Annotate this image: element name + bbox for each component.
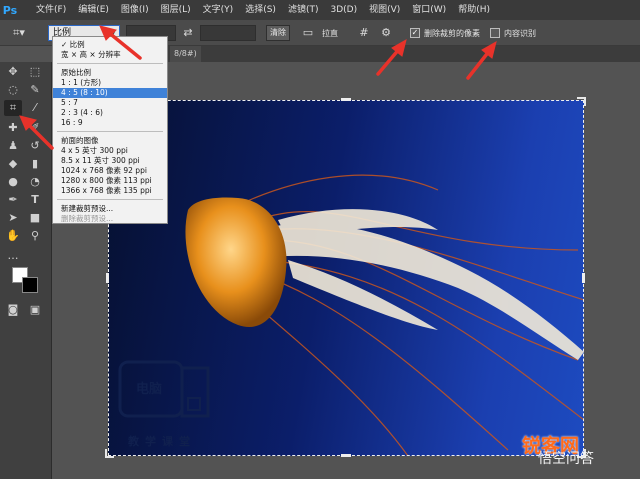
dropdown-item-4x5-in[interactable]: 4 x 5 英寸 300 ppi bbox=[53, 146, 167, 156]
menu-filter[interactable]: 滤镜(T) bbox=[282, 0, 325, 20]
move-tool-icon[interactable]: ✥ bbox=[4, 64, 22, 80]
tools-panel: ✥ ⬚ ◌ ✎ ⌗ ⁄ ✚ ✐ ♟ ↺ ◆ ▮ ● ◔ ✒ T ➤ ■ ✋ ⚲ … bbox=[0, 62, 52, 479]
document-tab[interactable]: 8/8#) bbox=[170, 46, 201, 62]
hand-tool-icon[interactable]: ✋ bbox=[4, 228, 22, 244]
clone-stamp-tool-icon[interactable]: ♟ bbox=[4, 138, 22, 154]
path-select-tool-icon[interactable]: ➤ bbox=[4, 210, 22, 226]
content-aware-checkbox[interactable] bbox=[490, 28, 500, 38]
crop-handle-top-right[interactable] bbox=[577, 97, 586, 106]
menu-select[interactable]: 选择(S) bbox=[239, 0, 282, 20]
content-aware-label: 内容识别 bbox=[504, 29, 536, 38]
menu-type[interactable]: 文字(Y) bbox=[197, 0, 240, 20]
crop-tool-icon[interactable]: ⌗ bbox=[4, 100, 22, 116]
crop-frame[interactable] bbox=[108, 100, 584, 456]
crop-handle-left[interactable] bbox=[106, 273, 109, 283]
menu-file[interactable]: 文件(F) bbox=[30, 0, 72, 20]
crop-handle-bottom-left[interactable] bbox=[105, 449, 114, 458]
dropdown-item-original-ratio[interactable]: 原始比例 bbox=[53, 68, 167, 78]
menu-edit[interactable]: 编辑(E) bbox=[72, 0, 115, 20]
healing-brush-tool-icon[interactable]: ✚ bbox=[4, 120, 22, 136]
dropdown-item-ratio[interactable]: ✓ 比例 bbox=[53, 40, 167, 50]
dropdown-item-5-7[interactable]: 5 : 7 bbox=[53, 98, 167, 108]
straighten-label[interactable]: 拉直 bbox=[322, 29, 338, 39]
brush-tool-icon[interactable]: ✐ bbox=[26, 120, 44, 136]
screen-mode-icon[interactable]: ▣ bbox=[26, 302, 44, 318]
dropdown-separator bbox=[57, 63, 163, 64]
crop-handle-right[interactable] bbox=[582, 273, 585, 283]
marquee-tool-icon[interactable]: ⬚ bbox=[26, 64, 44, 80]
shape-tool-icon[interactable]: ■ bbox=[26, 210, 44, 226]
quick-mask-icon[interactable]: ◙ bbox=[4, 302, 22, 318]
background-color-swatch[interactable] bbox=[22, 277, 38, 293]
dodge-tool-icon[interactable]: ◔ bbox=[26, 174, 44, 190]
quick-select-tool-icon[interactable]: ✎ bbox=[26, 82, 44, 98]
dropdown-item-1366x768[interactable]: 1366 x 768 像素 135 ppi bbox=[53, 186, 167, 196]
crop-handle-top[interactable] bbox=[341, 98, 351, 101]
straighten-icon[interactable]: ▭ bbox=[300, 25, 316, 41]
dropdown-separator bbox=[57, 131, 163, 132]
zoom-tool-icon[interactable]: ⚲ bbox=[26, 228, 44, 244]
menu-help[interactable]: 帮助(H) bbox=[452, 0, 496, 20]
ratio-dropdown-menu: ✓ 比例 宽 × 高 × 分辨率 原始比例 1 : 1 (方形) 4 : 5 (… bbox=[52, 36, 168, 224]
dropdown-item-16-9[interactable]: 16 : 9 bbox=[53, 118, 167, 128]
more-tools-icon[interactable]: … bbox=[4, 248, 22, 264]
menu-window[interactable]: 窗口(W) bbox=[406, 0, 452, 20]
menu-bar: Ps 文件(F) 编辑(E) 图像(I) 图层(L) 文字(Y) 选择(S) 滤… bbox=[0, 0, 640, 20]
lasso-tool-icon[interactable]: ◌ bbox=[4, 82, 22, 98]
delete-cropped-label: 删除裁剪的像素 bbox=[424, 29, 480, 38]
menu-3d[interactable]: 3D(D) bbox=[324, 0, 363, 20]
menu-image[interactable]: 图像(I) bbox=[115, 0, 155, 20]
dropdown-separator bbox=[57, 199, 163, 200]
site-watermark-caption: 悟空问答 bbox=[538, 451, 594, 467]
photoshop-logo-icon: Ps bbox=[2, 3, 18, 17]
eyedropper-tool-icon[interactable]: ⁄ bbox=[26, 100, 44, 116]
eraser-tool-icon[interactable]: ◆ bbox=[4, 156, 22, 172]
dropdown-item-delete-preset: 删除裁剪预设... bbox=[61, 214, 114, 223]
clear-button[interactable]: 清除 bbox=[266, 25, 290, 41]
crop-handle-bottom[interactable] bbox=[341, 454, 351, 457]
swap-icon[interactable]: ⇄ bbox=[180, 25, 196, 41]
dropdown-item-4-5[interactable]: 4 : 5 (8 : 10) bbox=[53, 88, 167, 98]
delete-cropped-checkbox[interactable]: ✓ bbox=[410, 28, 420, 38]
dropdown-item-2-3[interactable]: 2 : 3 (4 : 6) bbox=[53, 108, 167, 118]
dropdown-item-front-image[interactable]: 前面的图像 bbox=[53, 136, 167, 146]
dropdown-item-8-5x11-in[interactable]: 8.5 x 11 英寸 300 ppi bbox=[53, 156, 167, 166]
crop-tool-preset-icon[interactable]: ⌗▾ bbox=[8, 25, 30, 41]
dropdown-item-1024x768[interactable]: 1024 x 768 像素 92 ppi bbox=[53, 166, 167, 176]
pen-tool-icon[interactable]: ✒ bbox=[4, 192, 22, 208]
menu-layer[interactable]: 图层(L) bbox=[155, 0, 197, 20]
height-field[interactable] bbox=[200, 25, 256, 41]
dropdown-item-1280x800[interactable]: 1280 x 800 像素 113 ppi bbox=[53, 176, 167, 186]
dropdown-item-1-1[interactable]: 1 : 1 (方形) bbox=[53, 78, 167, 88]
gradient-tool-icon[interactable]: ▮ bbox=[26, 156, 44, 172]
menu-view[interactable]: 视图(V) bbox=[363, 0, 406, 20]
grid-overlay-icon[interactable]: # bbox=[356, 25, 372, 41]
history-brush-tool-icon[interactable]: ↺ bbox=[26, 138, 44, 154]
blur-tool-icon[interactable]: ● bbox=[4, 174, 22, 190]
gear-icon[interactable]: ⚙ bbox=[378, 25, 394, 41]
dropdown-item-wh-resolution[interactable]: 宽 × 高 × 分辨率 bbox=[53, 50, 167, 60]
type-tool-icon[interactable]: T bbox=[26, 192, 44, 208]
dropdown-item-new-preset[interactable]: 新建裁剪预设... bbox=[53, 204, 167, 214]
